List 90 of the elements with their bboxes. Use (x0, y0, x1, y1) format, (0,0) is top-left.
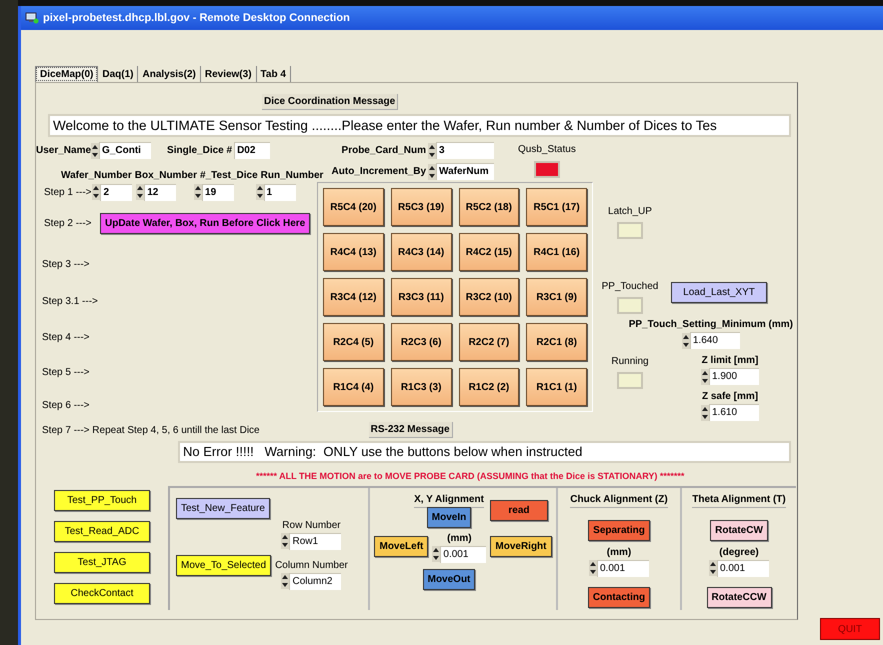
field-label: Step 7 ---> Repeat Step 4, 5, 6 untill the last Dice (42, 424, 260, 438)
field-label: Step 2 ---> (44, 216, 93, 230)
field-label: Step 3 ---> (42, 258, 90, 272)
dice-button[interactable]: R1C1 (1) (526, 368, 587, 406)
dice-button[interactable]: R4C3 (14) (390, 233, 452, 271)
field-label: (mm) (447, 532, 472, 546)
number-field[interactable]: 2 (100, 184, 132, 200)
field-label: Step 3.1 ---> (42, 294, 98, 308)
number-field[interactable]: 0.001 (717, 560, 769, 576)
number-field[interactable]: 19 (202, 184, 234, 200)
dice-button[interactable]: R3C2 (10) (458, 278, 520, 316)
field-label: Run_Number (260, 169, 324, 181)
number-field[interactable]: 1.640 (690, 332, 740, 349)
number-field[interactable]: 3 (436, 142, 494, 159)
dice-button[interactable]: R2C2 (7) (458, 323, 520, 361)
window-title: pixel-probetest.dhcp.lbl.gov - Remote Desktop Connection (43, 10, 350, 26)
number-field[interactable]: 12 (144, 184, 176, 200)
dice-button[interactable]: R5C2 (18) (458, 188, 520, 226)
action-button[interactable]: Test_PP_Touch (54, 490, 150, 510)
number-field[interactable]: Row1 (289, 532, 342, 550)
field-label: Step 4 ---> (42, 330, 90, 344)
action-button[interactable]: MoveOut (422, 568, 476, 590)
field-label: #_Test_Dice (200, 169, 258, 181)
action-button[interactable]: Contacting (588, 586, 650, 608)
field-label: Qusb_Status (518, 143, 576, 157)
field-label: Box_Number (134, 169, 198, 181)
field-label: Z safe [mm] (702, 390, 758, 404)
field-label: Probe_Card_Num (342, 144, 426, 158)
number-field[interactable]: 0.001 (597, 560, 649, 576)
field-label: Row Number (282, 518, 341, 532)
action-button[interactable]: Move_To_Selected (176, 554, 272, 576)
action-button[interactable]: Test_Read_ADC (54, 520, 150, 542)
dice-button[interactable]: R4C1 (16) (526, 233, 587, 271)
number-field[interactable]: 0.001 (440, 546, 486, 562)
update-button[interactable]: UpDate Wafer, Box, Run Before Click Here (100, 212, 310, 234)
action-button[interactable]: MoveIn (426, 506, 472, 528)
number-field[interactable]: 1 (264, 184, 296, 200)
action-button[interactable]: Test_New_Feature (176, 498, 270, 518)
tab[interactable]: DiceMap(0) (35, 66, 98, 82)
field-label: Step 1 ---> (44, 186, 92, 200)
number-field[interactable]: 1.610 (709, 404, 759, 421)
section-title: RS-232 Message (368, 422, 453, 438)
dice-button[interactable]: R2C3 (6) (390, 323, 452, 361)
dice-button[interactable]: R2C4 (5) (323, 323, 384, 361)
dice-button[interactable]: R1C2 (2) (458, 368, 520, 406)
dice-button[interactable]: R5C3 (19) (390, 188, 452, 226)
message-box: No Error !!!!! Warning: ONLY use the buttons below when instructed (178, 441, 791, 463)
text-field[interactable]: D02 (234, 142, 270, 159)
field-label: User_Name (36, 144, 92, 158)
action-button[interactable]: read (490, 500, 548, 520)
dice-button[interactable]: R1C4 (4) (323, 368, 384, 406)
field-label: Z limit [mm] (702, 354, 758, 368)
section-title: Theta Alignment (T) (692, 492, 786, 508)
section-title: Chuck Alignment (Z) (570, 492, 668, 508)
number-field[interactable]: Column2 (289, 572, 342, 590)
field-label: Running (611, 355, 649, 369)
action-button[interactable]: CheckContact (54, 582, 150, 604)
action-button[interactable]: RotateCW (710, 520, 768, 540)
field-label: Step 5 ---> (42, 366, 90, 380)
dice-button[interactable]: R5C1 (17) (526, 188, 587, 226)
load-button[interactable]: Load_Last_XYT (671, 282, 767, 303)
field-label: PP_Touch_Setting_Minimum (mm) (628, 318, 793, 332)
dice-button[interactable]: R4C2 (15) (458, 233, 520, 271)
dice-button[interactable]: R2C1 (8) (526, 323, 587, 361)
number-field[interactable]: WaferNum (436, 163, 494, 180)
section-title: Dice Coordination Message (262, 94, 398, 110)
action-button[interactable]: MoveRight (490, 536, 552, 557)
field-label: Step 6 ---> (42, 398, 90, 412)
warning-text: ****** ALL THE MOTION are to MOVE PROBE CARD (ASSUMING that the Dice is STATIONARY) ******* (256, 470, 686, 483)
number-field[interactable]: 1.900 (709, 368, 759, 385)
field-label: Single_Dice # (167, 144, 232, 158)
field-label: Wafer_Number (61, 169, 132, 181)
field-label: (mm) (606, 546, 632, 560)
action-button[interactable]: MoveLeft (374, 536, 428, 557)
field-label: Column Number (275, 558, 348, 572)
dice-button[interactable]: R3C1 (9) (526, 278, 587, 316)
field-label: Auto_Increment_By (332, 165, 426, 179)
dice-button[interactable]: R3C3 (11) (390, 278, 452, 316)
dice-button[interactable]: R4C4 (13) (323, 233, 384, 271)
message-box: Welcome to the ULTIMATE Sensor Testing ........Please enter the Wafer, Run number & Number of Dices to Tes (48, 114, 791, 137)
action-button[interactable]: Separating (588, 520, 650, 540)
dice-button[interactable]: R5C4 (20) (323, 188, 384, 226)
field-label: Latch_UP (608, 205, 652, 219)
action-button[interactable]: Test_JTAG (54, 552, 150, 572)
field-label: (degree) (719, 546, 759, 560)
number-field[interactable]: G_Conti (99, 142, 152, 159)
action-button[interactable]: RotateCCW (706, 586, 772, 608)
field-label: PP_Touched (602, 280, 658, 294)
dice-button[interactable]: R1C3 (3) (390, 368, 452, 406)
dice-button[interactable]: R3C4 (12) (323, 278, 384, 316)
